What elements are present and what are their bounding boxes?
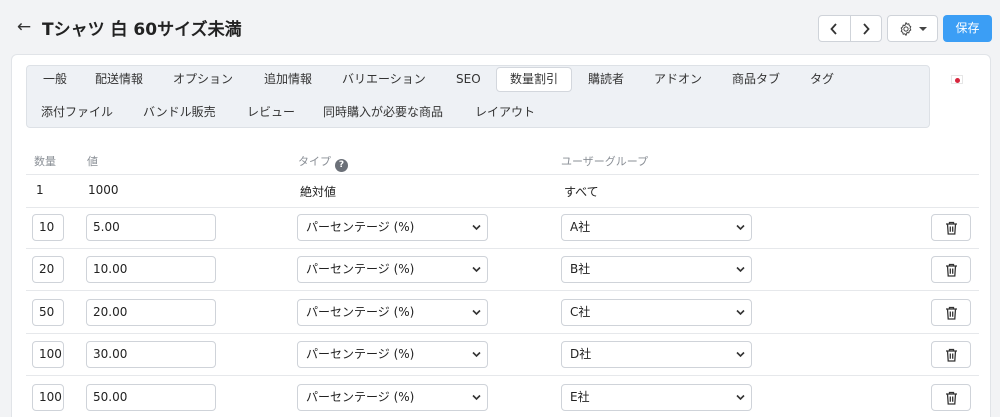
user-group-select-value: E社: [570, 390, 590, 404]
save-button[interactable]: 保存: [943, 15, 992, 42]
row-divider: [26, 248, 979, 249]
page-title: Tシャツ 白 60サイズ未満: [42, 20, 242, 40]
type-select[interactable]: パーセンテージ (%): [297, 384, 488, 411]
user-group-select[interactable]: C社: [561, 299, 752, 326]
base-type: 絶対値: [300, 185, 337, 199]
next-button[interactable]: [849, 16, 882, 41]
type-select[interactable]: パーセンテージ (%): [297, 341, 488, 368]
user-group-select[interactable]: A社: [561, 214, 752, 241]
product-panel: 一般 配送情報 オプション 追加情報 バリエーション SEO 数量割引 購読者 …: [11, 54, 991, 417]
tab-subscribers[interactable]: 購読者: [575, 67, 637, 92]
row-divider: [26, 333, 979, 334]
type-select-value: パーセンテージ (%): [306, 262, 415, 276]
back-arrow-icon[interactable]: ←: [14, 17, 34, 37]
base-value: 1000: [88, 183, 119, 197]
user-group-select-value: B社: [570, 262, 591, 276]
tab-additional-info[interactable]: 追加情報: [251, 67, 325, 92]
tab-attachments[interactable]: 添付ファイル: [28, 100, 126, 125]
tab-bar: 一般 配送情報 オプション 追加情報 バリエーション SEO 数量割引 購読者 …: [26, 65, 930, 128]
chevron-down-icon: [919, 26, 927, 31]
user-group-select-value: C社: [570, 305, 591, 319]
value-input[interactable]: 50.00: [86, 384, 216, 411]
type-select-value: パーセンテージ (%): [306, 390, 415, 404]
type-select[interactable]: パーセンテージ (%): [297, 299, 488, 326]
prev-next-group: [818, 15, 882, 42]
quantity-input[interactable]: 50: [32, 299, 64, 326]
type-select-value: パーセンテージ (%): [306, 220, 415, 234]
column-header-value: 値: [87, 155, 98, 168]
tab-tags[interactable]: タグ: [797, 67, 847, 92]
delete-row-button[interactable]: [931, 214, 971, 241]
quantity-input[interactable]: 100: [32, 384, 64, 411]
japan-flag-icon[interactable]: [951, 75, 963, 84]
trash-icon: [945, 263, 957, 277]
tab-required-products[interactable]: 同時購入が必要な商品: [310, 100, 456, 125]
chevron-down-icon: [472, 266, 481, 273]
tab-reviews[interactable]: レビュー: [234, 100, 308, 125]
tab-addons[interactable]: アドオン: [641, 67, 715, 92]
row-divider: [26, 290, 979, 291]
quantity-input[interactable]: 10: [32, 214, 64, 241]
tab-quantity-discounts[interactable]: 数量割引: [496, 67, 573, 92]
value-input[interactable]: 20.00: [86, 299, 216, 326]
chevron-left-icon: [830, 22, 837, 35]
trash-icon: [945, 306, 957, 320]
chevron-down-icon: [736, 266, 745, 273]
chevron-right-icon: [863, 22, 870, 35]
value-input[interactable]: 10.00: [86, 256, 216, 283]
type-select-value: パーセンテージ (%): [306, 347, 415, 361]
base-quantity: 1: [36, 183, 44, 197]
user-group-select-value: A社: [570, 220, 591, 234]
chevron-down-icon: [472, 224, 481, 231]
delete-row-button[interactable]: [931, 256, 971, 283]
tab-bundle-sales[interactable]: バンドル販売: [130, 100, 229, 125]
prev-button[interactable]: [819, 16, 850, 41]
user-group-select[interactable]: B社: [561, 256, 752, 283]
tab-options[interactable]: オプション: [160, 67, 246, 92]
value-input[interactable]: 5.00: [86, 214, 216, 241]
chevron-down-icon: [472, 351, 481, 358]
column-header-user-group: ユーザーグループ: [561, 155, 649, 168]
row-divider: [26, 174, 979, 175]
quantity-input[interactable]: 20: [32, 256, 64, 283]
tab-product-tabs[interactable]: 商品タブ: [719, 67, 793, 92]
base-user-group: すべて: [564, 185, 599, 199]
type-select-value: パーセンテージ (%): [306, 305, 415, 319]
trash-icon: [945, 391, 957, 405]
chevron-down-icon: [736, 309, 745, 316]
tab-layout[interactable]: レイアウト: [462, 100, 548, 125]
type-select[interactable]: パーセンテージ (%): [297, 214, 488, 241]
chevron-down-icon: [736, 351, 745, 358]
column-header-type-label: タイプ: [298, 155, 331, 168]
gear-icon: [900, 21, 912, 36]
tab-shipping[interactable]: 配送情報: [82, 67, 156, 92]
user-group-select[interactable]: D社: [561, 341, 752, 368]
trash-icon: [945, 348, 957, 362]
row-divider: [26, 375, 979, 376]
column-header-type: タイプ?: [298, 153, 348, 172]
delete-row-button[interactable]: [931, 384, 971, 411]
column-header-quantity: 数量: [34, 155, 56, 168]
value-input[interactable]: 30.00: [86, 341, 216, 368]
quantity-input[interactable]: 100: [32, 341, 64, 368]
help-icon[interactable]: ?: [335, 159, 348, 172]
tab-seo[interactable]: SEO: [443, 67, 494, 92]
row-divider: [26, 207, 979, 208]
page-header: ← Tシャツ 白 60サイズ未満 保存: [0, 0, 1000, 54]
delete-row-button[interactable]: [931, 299, 971, 326]
trash-icon: [945, 221, 957, 235]
user-group-select[interactable]: E社: [561, 384, 752, 411]
delete-row-button[interactable]: [931, 341, 971, 368]
tab-variations[interactable]: バリエーション: [329, 67, 439, 92]
type-select[interactable]: パーセンテージ (%): [297, 256, 488, 283]
settings-dropdown-button[interactable]: [887, 15, 938, 42]
tab-general[interactable]: 一般: [30, 67, 80, 92]
chevron-down-icon: [736, 224, 745, 231]
user-group-select-value: D社: [570, 347, 592, 361]
chevron-down-icon: [472, 309, 481, 316]
chevron-down-icon: [736, 394, 745, 401]
chevron-down-icon: [472, 394, 481, 401]
